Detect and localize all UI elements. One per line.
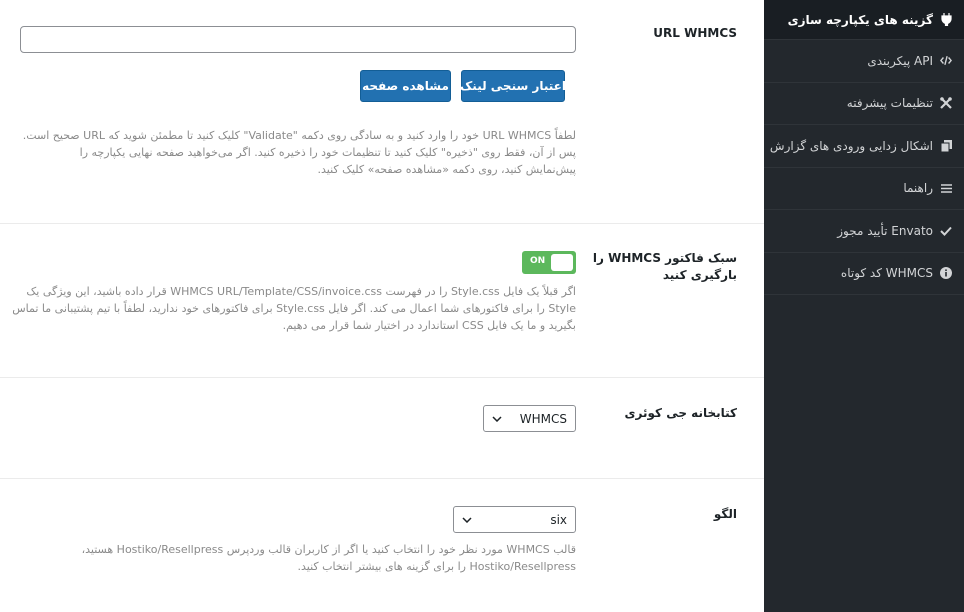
wrench-icon	[940, 97, 952, 110]
invoice-style-label: سبک فاکتور WHMCS را بارگیری کنید	[592, 251, 737, 282]
invoice-style-toggle[interactable]: ON	[522, 251, 576, 274]
sidebar-item-label: راهنما	[903, 181, 933, 196]
info-icon	[940, 267, 952, 280]
copy-icon	[940, 139, 952, 152]
sidebar-item-whmcs-shortcode[interactable]: کد کوتاه WHMCS	[764, 253, 964, 295]
sidebar-item-label: کد کوتاه WHMCS	[840, 266, 933, 281]
invoice-description: اگر قبلاً یک فایل Style.css را در فهرست …	[12, 285, 576, 332]
sidebar-item-integration-options[interactable]: گزینه های یکپارچه سازی	[764, 0, 964, 40]
menu-icon	[940, 182, 952, 194]
whmcs-url-input[interactable]	[20, 26, 576, 53]
url-whmcs-label: URL WHMCS	[653, 26, 737, 40]
jquery-library-select[interactable]: WHMCS	[483, 405, 576, 432]
main-content: URL WHMCS اعتبار سنجی لینک مشاهده صفحه ل…	[0, 0, 764, 612]
section-divider	[0, 377, 764, 378]
section-divider	[0, 223, 764, 224]
sidebar-item-label: تأیید مجوز Envato	[837, 223, 933, 238]
section-divider	[0, 478, 764, 479]
sidebar-item-label: اشکال زدایی ورودی های گزارش	[769, 138, 933, 153]
code-icon	[940, 55, 952, 67]
template-label: الگو	[713, 507, 737, 521]
template-select[interactable]: six	[453, 506, 576, 533]
view-page-button[interactable]: مشاهده صفحه	[360, 70, 451, 102]
settings-sidebar: گزینه های یکپارچه سازی پیکربندی API تنظی…	[764, 0, 964, 612]
sidebar-item-guide[interactable]: راهنما	[764, 168, 964, 210]
validate-link-button[interactable]: اعتبار سنجی لینک	[460, 70, 566, 102]
sidebar-item-label: گزینه های یکپارچه سازی	[787, 12, 933, 27]
sidebar-item-debug-logs[interactable]: اشکال زدایی ورودی های گزارش	[764, 125, 964, 168]
sidebar-item-advanced-settings[interactable]: تنظیمات پیشرفته	[764, 83, 964, 125]
sidebar-item-label: پیکربندی API	[867, 53, 933, 68]
template-selected-value: six	[550, 512, 567, 527]
check-icon	[940, 225, 952, 237]
sidebar-item-api-config[interactable]: پیکربندی API	[764, 40, 964, 83]
jquery-selected-value: WHMCS	[519, 411, 567, 426]
plug-icon	[940, 13, 952, 26]
chevron-down-icon	[492, 415, 502, 422]
sidebar-item-label: تنظیمات پیشرفته	[846, 96, 933, 111]
sidebar-item-envato-license[interactable]: تأیید مجوز Envato	[764, 210, 964, 253]
template-description: قالب WHMCS مورد نظر خود را انتخاب کنید ی…	[81, 543, 576, 573]
toggle-knob	[551, 254, 573, 271]
toggle-state-text: ON	[530, 256, 546, 266]
chevron-down-icon	[462, 516, 472, 523]
url-description: لطفاً URL WHMCS خود را وارد کنید و به سا…	[22, 129, 576, 176]
jquery-library-label: کتابخانه جی کوئری	[624, 406, 737, 420]
